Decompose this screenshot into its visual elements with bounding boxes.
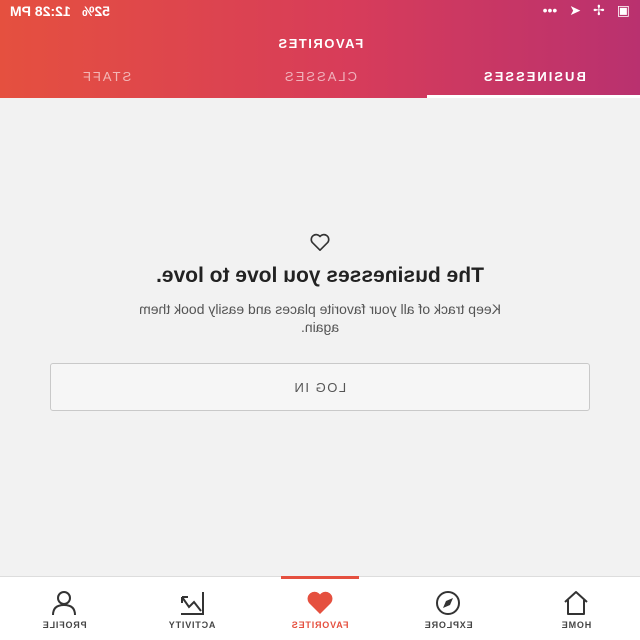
person-icon [52,591,76,616]
empty-state-headline: The businesses you love to love. [156,264,484,287]
login-button[interactable]: LOG IN [50,363,590,411]
image-icon: ▣ [616,2,630,18]
home-icon [564,591,588,615]
nav-profile[interactable]: PROFILE [0,577,128,640]
tab-classes[interactable]: CLASSES [213,62,426,98]
empty-state-subtext: Keep track of all your favorite places a… [139,301,501,335]
heart-icon [307,591,333,614]
nav-activity[interactable]: ACTIVITY [128,577,256,640]
favorites-content: The businesses you love to love. Keep tr… [0,98,640,576]
page-title: FAVORITES [276,36,364,51]
heart-outline-icon [310,233,330,251]
more-dots-icon: ••• [542,2,558,18]
nav-favorites-label: FAVORITES [291,620,349,630]
nav-activity-label: ACTIVITY [168,620,216,630]
status-time-group: 12:28 PM 52% [10,3,110,19]
tab-staff[interactable]: STAFF [0,62,213,98]
nav-home[interactable]: HOME [512,577,640,640]
nav-profile-label: PROFILE [41,620,87,630]
compass-icon [436,591,460,615]
status-time: 12:28 PM [10,3,71,19]
app-header: 12:28 PM 52% ••• ➤ ✢ ▣ FAVORITES STAFF C… [0,0,640,98]
send-icon: ➤ [569,2,582,18]
bottom-navigation: PROFILE ACTIVITY FAVORITES EXPLORE HOME [0,576,640,640]
nav-explore-label: EXPLORE [423,620,473,630]
status-icons: ••• ➤ ✢ ▣ [543,2,630,19]
nav-home-label: HOME [560,620,592,630]
nav-favorites[interactable]: FAVORITES [256,577,384,640]
status-bar: 12:28 PM 52% ••• ➤ ✢ ▣ [0,0,640,22]
tab-bar: STAFF CLASSES BUSINESSES [0,62,640,98]
nav-explore[interactable]: EXPLORE [384,577,512,640]
fan-icon: ✢ [593,2,605,18]
tab-businesses[interactable]: BUSINESSES [427,62,640,98]
activity-chart-icon [181,592,204,615]
battery-percent: 52% [82,3,111,19]
